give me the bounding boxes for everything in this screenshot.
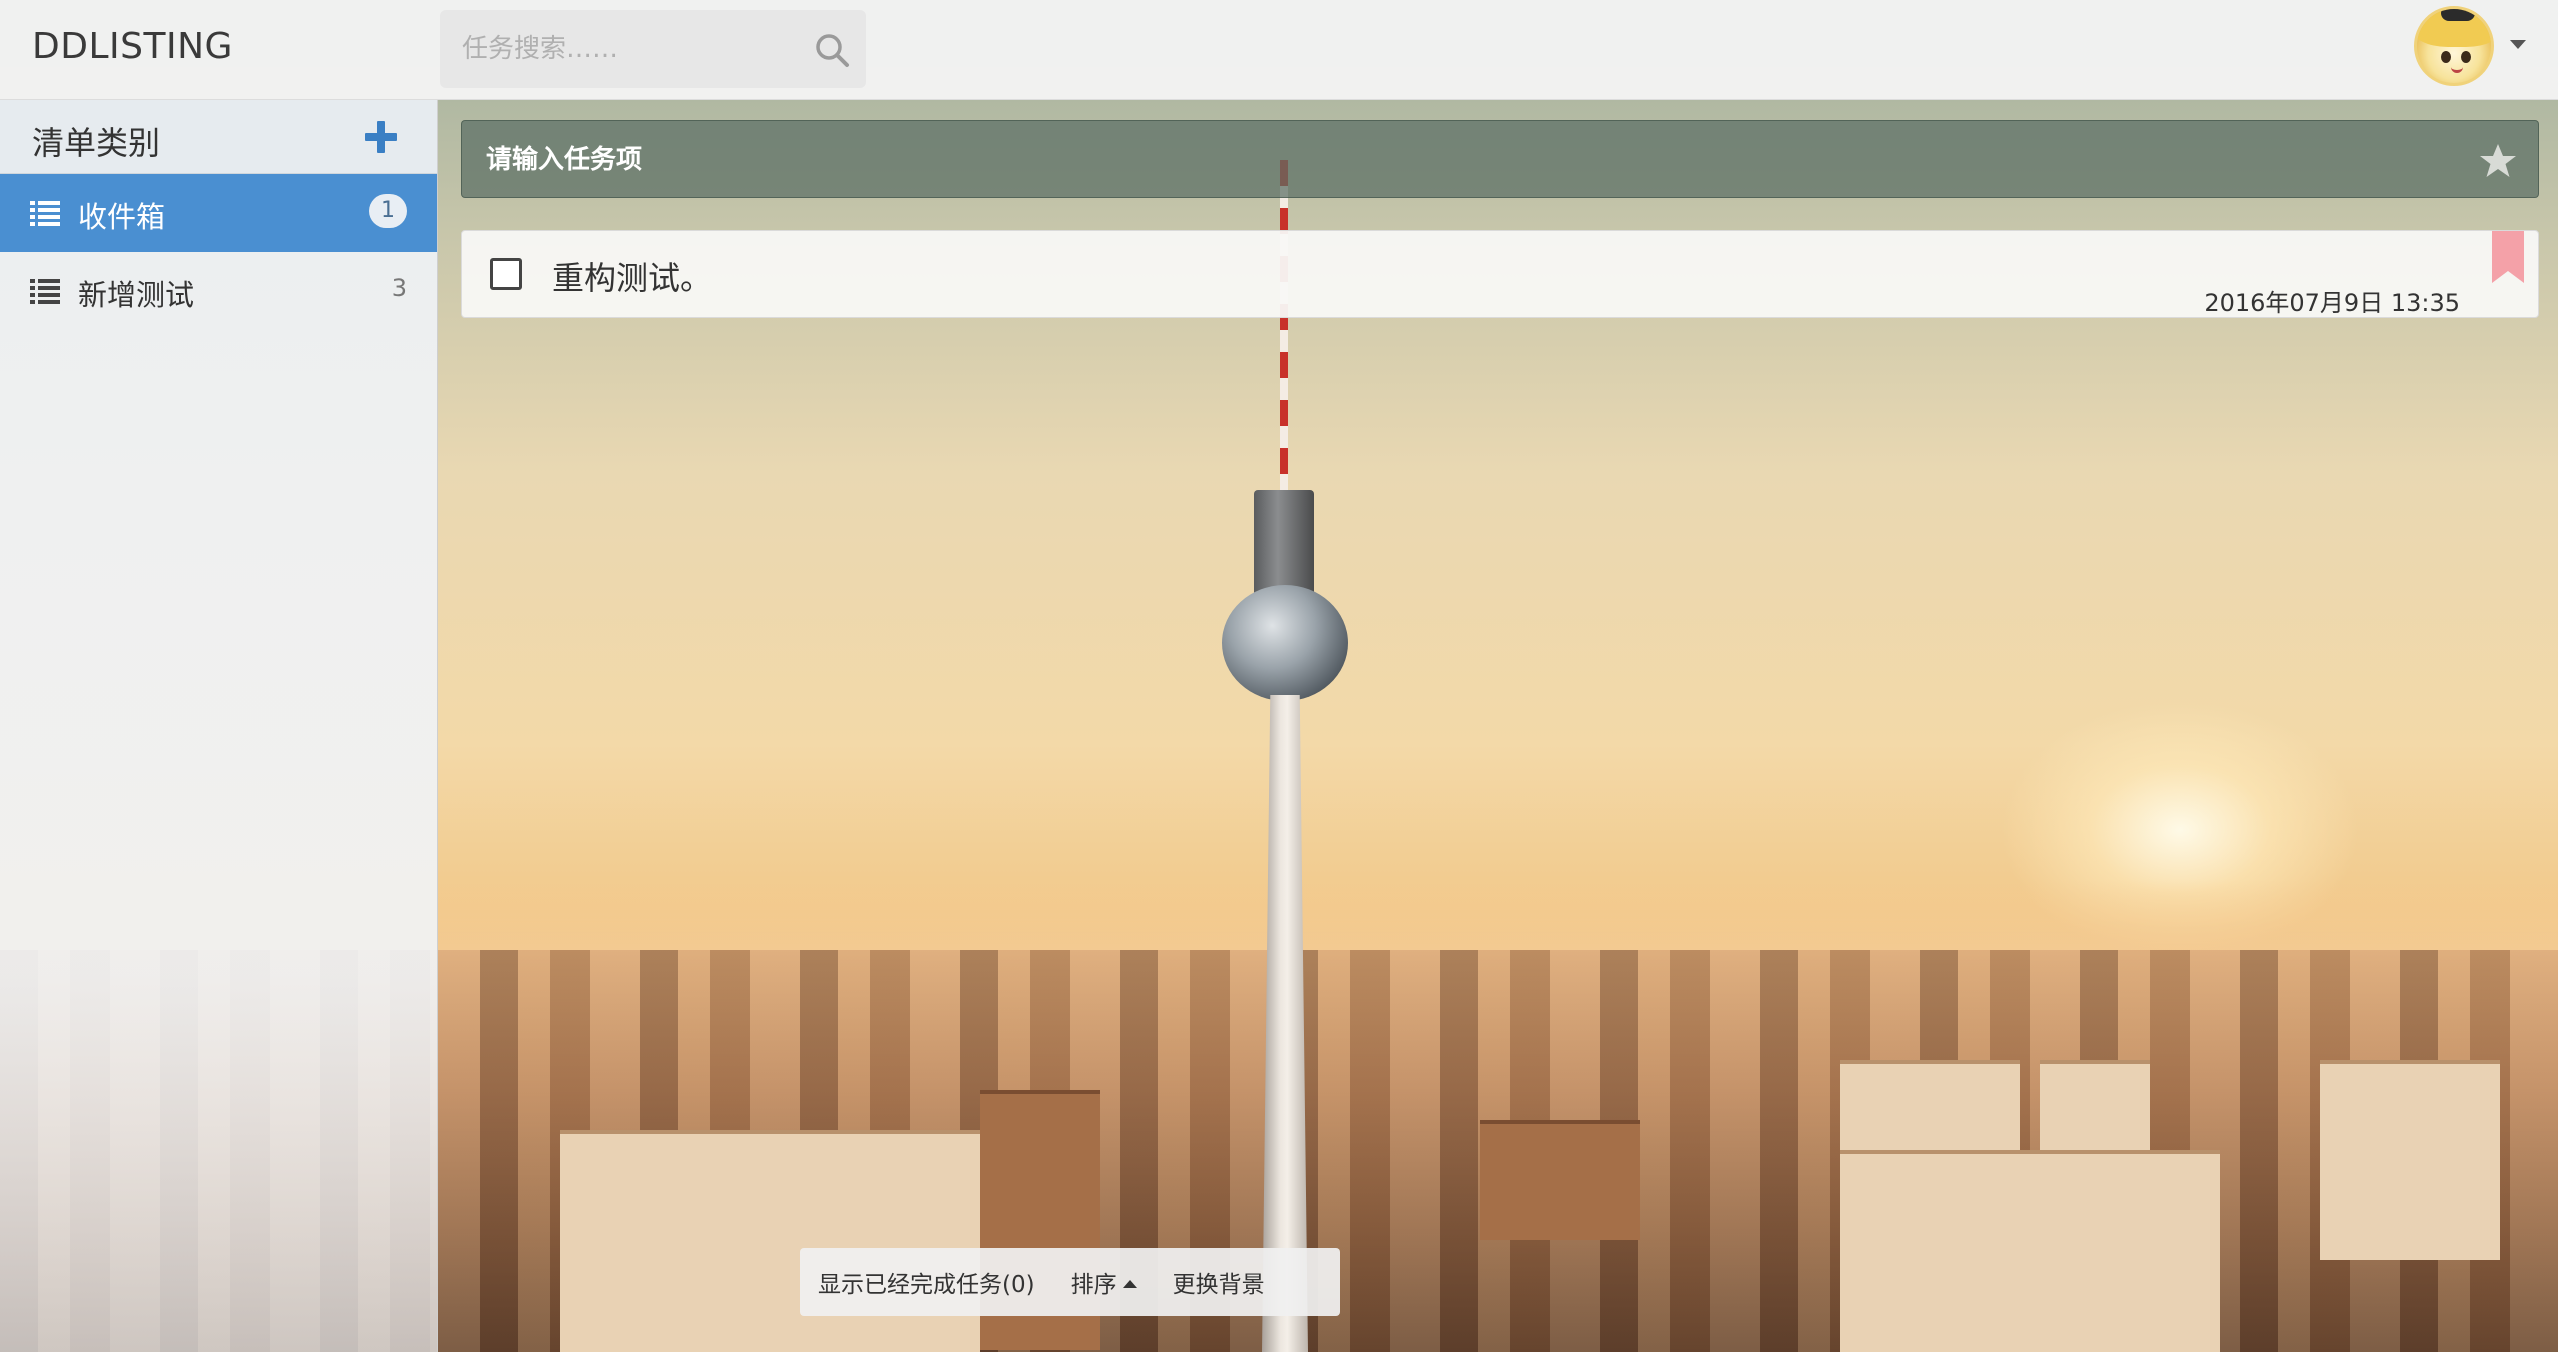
tv-tower-neck: [1254, 490, 1314, 600]
change-background-button[interactable]: 更换背景: [1155, 1265, 1283, 1299]
search-box: [440, 10, 866, 88]
user-avatar[interactable]: [2414, 6, 2494, 86]
chevron-down-icon[interactable]: [2510, 40, 2526, 49]
sidebar-item-label: 新增测试: [78, 278, 195, 312]
sidebar-item-new-test[interactable]: 新增测试 3: [0, 252, 437, 330]
sidebar-item-inbox[interactable]: 收件箱 1: [0, 174, 437, 252]
tv-tower-antenna: [1280, 160, 1288, 490]
star-icon[interactable]: [2478, 141, 2518, 181]
tv-tower-sphere: [1222, 585, 1348, 701]
sidebar-item-label: 收件箱: [78, 200, 166, 234]
search-input[interactable]: [462, 28, 782, 70]
sort-label: 排序: [1070, 1272, 1117, 1298]
search-icon[interactable]: [812, 30, 852, 70]
sidebar: 清单类别 收件箱 1 新增测试 3: [0, 100, 438, 1352]
bottom-toolbar: 显示已经完成任务(0) 排序 更换背景: [800, 1248, 1340, 1316]
list-icon: [30, 279, 60, 304]
task-text[interactable]: 重构测试。: [552, 253, 712, 299]
count-badge: 3: [391, 274, 407, 302]
task-input[interactable]: [486, 139, 2386, 181]
app-brand[interactable]: DDLISTING: [32, 26, 233, 67]
count-badge: 1: [369, 194, 407, 228]
top-bar: DDLISTING: [0, 0, 2558, 100]
sidebar-title: 清单类别: [32, 124, 161, 162]
list-icon: [30, 201, 60, 226]
task-date: 2016年07月9日 13:35: [2204, 289, 2460, 317]
caret-up-icon: [1122, 1280, 1137, 1288]
task-item[interactable]: 重构测试。 2016年07月9日 13:35: [461, 230, 2539, 318]
sidebar-header: 清单类别: [0, 100, 437, 174]
show-completed-button[interactable]: 显示已经完成任务(0): [800, 1265, 1053, 1299]
sort-button[interactable]: 排序: [1053, 1265, 1155, 1299]
bookmark-flag-icon[interactable]: [2492, 231, 2524, 283]
task-checkbox[interactable]: [490, 258, 522, 290]
task-input-bar: [461, 120, 2539, 198]
add-list-icon[interactable]: [362, 118, 400, 156]
